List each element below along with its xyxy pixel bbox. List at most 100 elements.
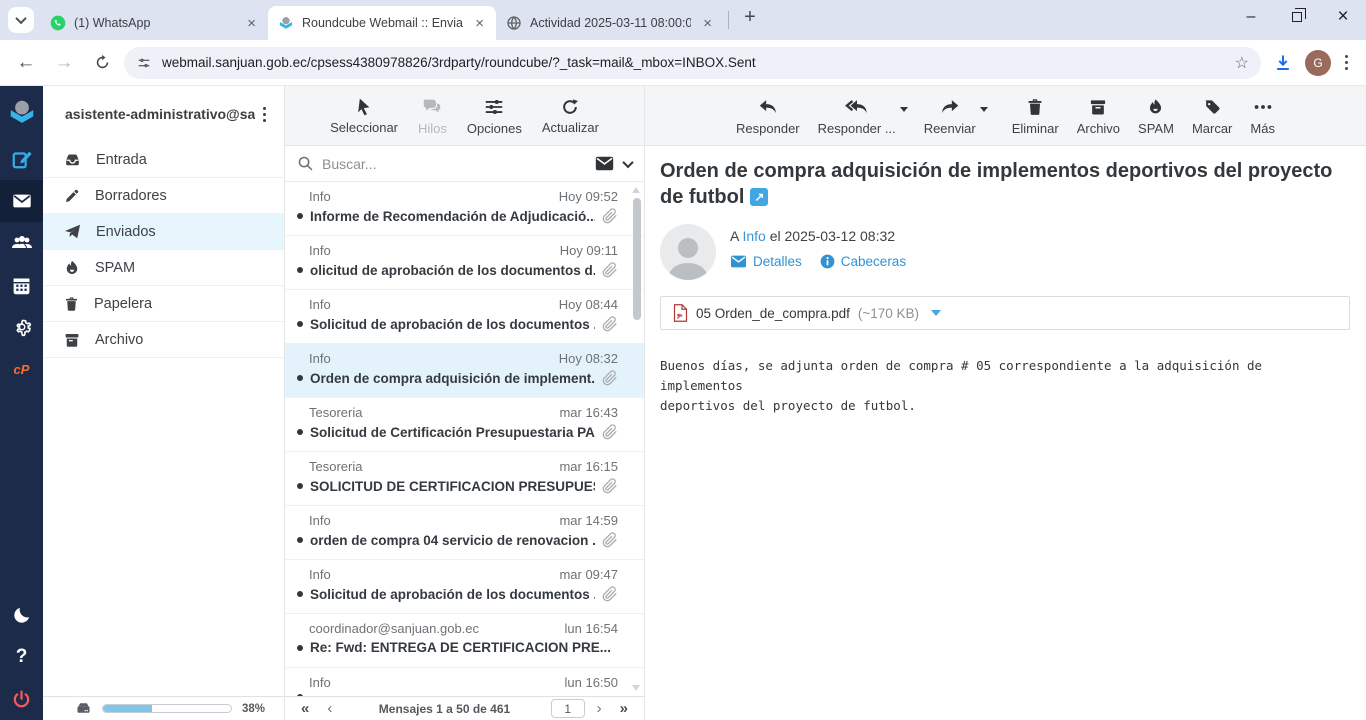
more-button[interactable]: Más [1242, 92, 1283, 140]
scroll-down-icon[interactable] [632, 685, 640, 691]
tab-close-button[interactable]: × [471, 15, 488, 32]
options-button[interactable]: Opciones [459, 92, 530, 140]
back-button[interactable]: ← [10, 47, 42, 79]
list-scrollbar[interactable] [631, 182, 643, 696]
message-row[interactable]: Infomar 09:47Solicitud de aprobación de … [285, 560, 644, 614]
message-row[interactable]: coordinador@sanjuan.gob.eclun 16:54Re: F… [285, 614, 644, 668]
attachment-menu-caret-icon[interactable] [931, 310, 941, 316]
browser-tab[interactable]: (1) WhatsApp× [40, 6, 268, 40]
reply-all-caret-icon[interactable] [900, 107, 908, 112]
reload-button[interactable] [86, 47, 118, 79]
dark-mode-button[interactable] [0, 594, 43, 636]
unread-dot-icon [297, 267, 303, 273]
delete-button[interactable]: Eliminar [1004, 92, 1067, 140]
message-row[interactable]: InfoHoy 08:32Orden de compra adquisición… [285, 344, 644, 398]
account-header: asistente-administrativo@sa... [43, 86, 284, 142]
task-menu-bottom: ? [0, 594, 43, 720]
message-row[interactable]: InfoHoy 09:52Informe de Recomendación de… [285, 182, 644, 236]
scroll-up-icon[interactable] [632, 187, 640, 193]
message-sender: Info [309, 513, 331, 528]
browser-tab[interactable]: Actividad 2025-03-11 08:00:00 × [496, 6, 724, 40]
browser-tab[interactable]: Roundcube Webmail :: Enviados× [268, 6, 496, 40]
forward-button[interactable]: Reenviar [916, 92, 984, 140]
message-row[interactable]: InfoHoy 08:44Solicitud de aprobación de … [285, 290, 644, 344]
reply-button[interactable]: Responder [728, 92, 808, 140]
close-button[interactable]: × [1320, 0, 1366, 34]
message-date: mar 16:43 [559, 405, 618, 420]
folder-item-spam[interactable]: SPAM [43, 250, 284, 286]
reply-icon [756, 96, 780, 118]
search-input[interactable] [322, 156, 587, 172]
folder-item-borradores[interactable]: Borradores [43, 178, 284, 214]
browser-menu-button[interactable] [1337, 49, 1356, 76]
new-tab-button[interactable]: + [737, 5, 763, 31]
downloads-button[interactable] [1267, 47, 1299, 79]
message-row[interactable]: Infolun 16:50 [285, 668, 644, 696]
archive-button[interactable]: Archivo [1069, 92, 1128, 140]
message-subject: Informe de Recomendación de Adjudicació.… [310, 209, 595, 224]
compose-button[interactable] [0, 138, 43, 180]
prev-page-button[interactable]: ‹ [321, 701, 338, 716]
message-sender: coordinador@sanjuan.gob.ec [309, 621, 479, 636]
tab-search-button[interactable] [8, 7, 34, 33]
storage-icon [75, 700, 92, 717]
attachment-name[interactable]: 05 Orden_de_compra.pdf [696, 306, 850, 321]
first-page-button[interactable]: « [295, 701, 315, 716]
folder-item-enviados[interactable]: Enviados [43, 214, 284, 250]
restore-button[interactable] [1274, 0, 1320, 34]
cpanel-button[interactable]: cP [0, 348, 43, 390]
next-page-button[interactable]: › [591, 701, 608, 716]
message-row[interactable]: Infomar 14:59orden de compra 04 servicio… [285, 506, 644, 560]
folder-actions-button[interactable] [255, 101, 274, 128]
headers-link[interactable]: Cabeceras [820, 254, 906, 269]
profile-avatar[interactable]: G [1305, 50, 1331, 76]
reply-all-button[interactable]: Responder ... [810, 92, 904, 140]
recipient-link[interactable]: Info [742, 228, 765, 244]
select-button[interactable]: Seleccionar [322, 93, 406, 139]
page-number-input[interactable] [551, 699, 585, 718]
mail-nav-button[interactable] [0, 180, 43, 222]
message-row[interactable]: InfoHoy 09:11olicitud de aprobación de l… [285, 236, 644, 290]
minimize-button[interactable]: – [1228, 0, 1274, 34]
folder-item-papelera[interactable]: Papelera [43, 286, 284, 322]
message-toolbar: Responder Responder ... Reenviar Elimina… [645, 86, 1366, 146]
search-options-chevron-icon[interactable] [622, 156, 633, 167]
site-settings-icon[interactable] [136, 55, 152, 71]
forward-caret-icon[interactable] [980, 107, 988, 112]
threads-button[interactable]: Hilos [410, 92, 455, 140]
tab-title: Actividad 2025-03-11 08:00:00 [530, 16, 691, 30]
bookmark-star-icon[interactable]: ☆ [1235, 53, 1249, 73]
address-bar[interactable]: webmail.sanjuan.gob.ec/cpsess4380978826/… [124, 47, 1261, 79]
logout-button[interactable] [0, 678, 43, 720]
mark-button[interactable]: Marcar [1184, 92, 1240, 140]
contacts-button[interactable] [0, 222, 43, 264]
calendar-button[interactable] [0, 264, 43, 306]
message-row[interactable]: Tesoreriamar 16:43Solicitud de Certifica… [285, 398, 644, 452]
info-icon [820, 254, 835, 269]
folder-item-entrada[interactable]: Entrada [43, 142, 284, 178]
message-row[interactable]: Tesoreriamar 16:15SOLICITUD DE CERTIFICA… [285, 452, 644, 506]
folder-label: Papelera [94, 296, 152, 312]
spam-button[interactable]: SPAM [1130, 92, 1182, 140]
url-text[interactable]: webmail.sanjuan.gob.ec/cpsess4380978826/… [162, 55, 1225, 70]
message-date: Hoy 08:44 [559, 297, 618, 312]
search-scope-mail-icon[interactable] [595, 156, 614, 171]
tab-close-button[interactable]: × [243, 15, 260, 32]
message-date: Hoy 09:52 [559, 189, 618, 204]
forward-button[interactable]: → [48, 47, 80, 79]
tab-close-button[interactable]: × [699, 15, 716, 32]
settings-button[interactable] [0, 306, 43, 348]
attachment-row[interactable]: 05 Orden_de_compra.pdf (~170 KB) [660, 296, 1350, 330]
contacts-icon [10, 231, 34, 255]
scrollbar-thumb[interactable] [633, 198, 641, 320]
folder-item-archivo[interactable]: Archivo [43, 322, 284, 358]
details-link[interactable]: Detalles [730, 254, 802, 269]
message-header: A Info el 2025-03-12 08:32 Detalles [660, 224, 1350, 280]
refresh-button[interactable]: Actualizar [534, 93, 607, 139]
unread-dot-icon [297, 213, 303, 219]
question-icon: ? [16, 646, 28, 668]
paper-plane-icon [63, 222, 82, 241]
open-in-new-window-icon[interactable]: ↗ [750, 188, 768, 206]
last-page-button[interactable]: » [614, 701, 634, 716]
help-button[interactable]: ? [0, 636, 43, 678]
